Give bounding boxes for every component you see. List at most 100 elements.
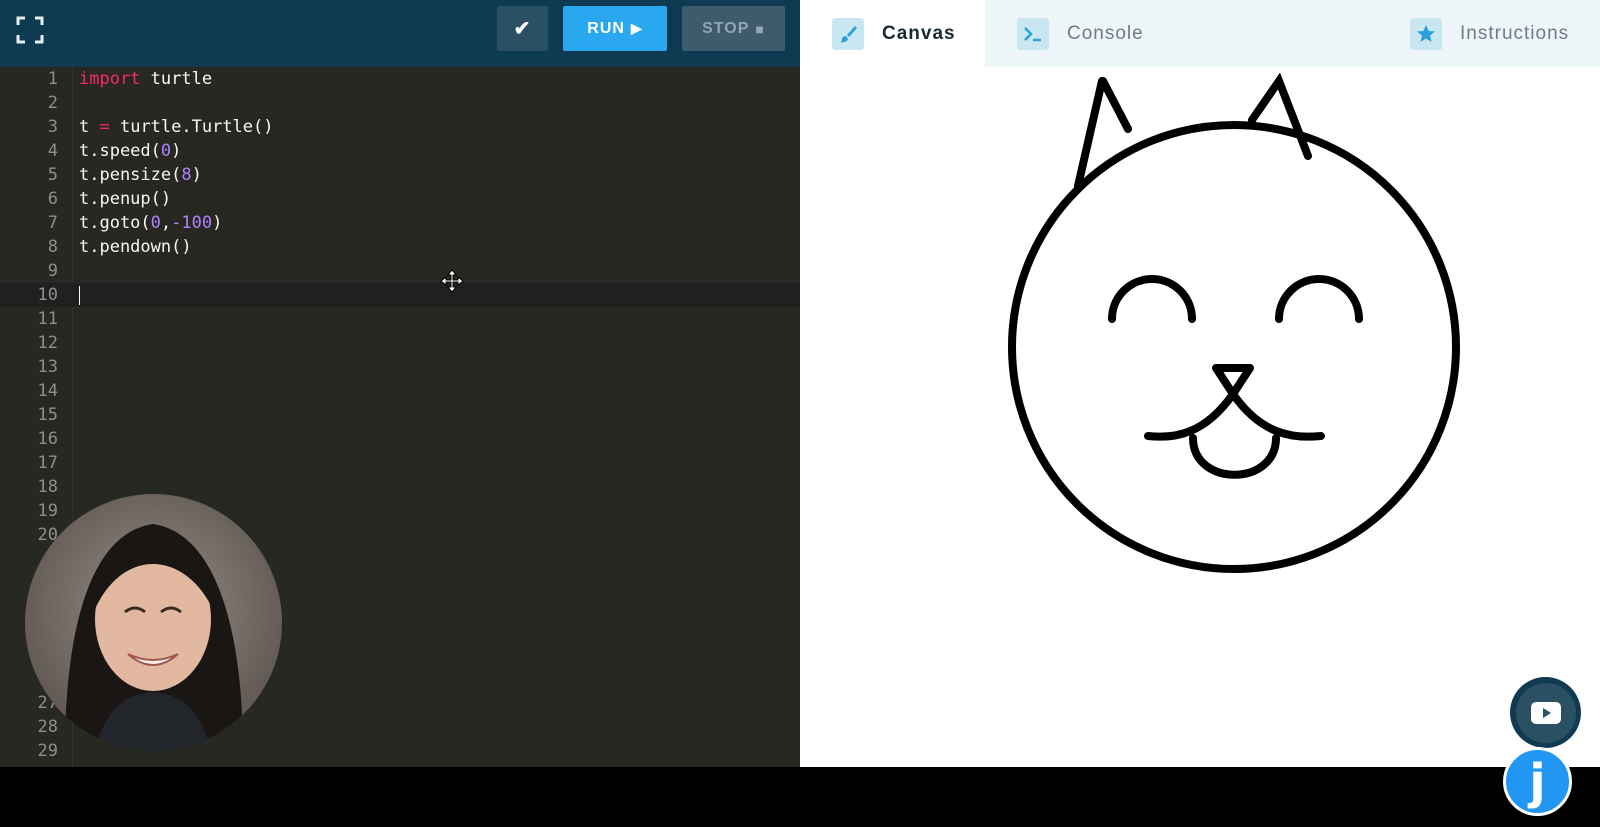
fullscreen-button[interactable] [14,14,46,46]
code-editor-pane: ✔ RUN ▶ STOP ■ 1 import turtle 2 3 t = turtl… [0,0,800,767]
line-number: 17 [37,453,58,473]
code-line[interactable]: 6 t.penup() [0,187,800,211]
line-number: 8 [47,237,58,257]
code-line[interactable]: 3 t = turtle.Turtle() [0,115,800,139]
line-number: 7 [47,213,58,233]
code-line[interactable]: 13 [0,355,800,379]
tab-canvas[interactable]: Canvas [800,0,985,67]
code-line[interactable]: 7 t.goto(0,-100) [0,211,800,235]
code-line[interactable]: 9 [0,259,800,283]
code-token: t [79,117,100,137]
youtube-play-icon [1530,701,1561,724]
code-line[interactable]: 14 [0,379,800,403]
code-text: t.pensize(8) [79,163,202,187]
code-text: t.speed(0) [79,139,181,163]
line-number: 28 [37,717,58,737]
star-icon [1410,17,1442,50]
code-line[interactable]: 4 t.speed(0) [0,139,800,163]
cat-ear-right [1248,72,1312,160]
code-line[interactable]: 8 t.pendown() [0,235,800,259]
stop-button[interactable]: STOP ■ [682,6,785,51]
cat-mouth [1144,387,1325,441]
code-token: turtle [140,69,213,89]
line-number: 4 [47,141,58,161]
line-number: 13 [37,357,58,377]
code-line[interactable]: 15 [0,403,800,427]
line-number: 20 [37,525,58,545]
code-line[interactable]: 11 [0,307,800,331]
code-token: t.pendown() [79,237,192,257]
code-line[interactable]: 1 import turtle [0,67,800,91]
code-line[interactable]: 12 [0,331,800,355]
cat-drawing [1008,72,1460,573]
line-number: 10 [37,285,58,305]
code-text: t.penup() [79,187,171,211]
line-number: 5 [47,165,58,185]
line-number: 19 [37,501,58,521]
text-cursor [79,286,80,305]
code-token: ) [191,165,202,185]
check-button[interactable]: ✔ [497,6,548,51]
code-token: 0 [160,141,172,161]
run-button[interactable]: RUN ▶ [563,6,667,51]
code-line[interactable]: 10 [0,283,800,307]
video-button[interactable] [1510,677,1581,748]
terminal-icon [1017,17,1049,50]
code-text: t.goto(0,-100) [79,211,222,235]
code-token: ) [171,141,182,161]
line-number: 29 [37,741,58,761]
cat-eye-left [1108,275,1196,323]
code-token: import [79,69,141,89]
line-number: 11 [37,309,58,329]
code-line[interactable]: 18 [0,475,800,499]
code-token: t.goto( [79,213,151,233]
code-line[interactable]: 2 [0,91,800,115]
play-icon: ▶ [630,20,643,36]
code-text: t.pendown() [79,235,192,259]
run-label: RUN [587,19,625,37]
line-number: 15 [37,405,58,425]
move-cursor-icon [440,269,464,293]
line-number: 16 [37,429,58,449]
output-tab-bar: Canvas Console Instructions [800,0,1600,67]
code-text: t = turtle.Turtle() [79,115,274,139]
cat-tongue [1189,434,1280,479]
line-number: 14 [37,381,58,401]
code-token: turtle.Turtle() [109,117,274,137]
line-number: 12 [37,333,58,353]
code-line[interactable]: 5 t.pensize(8) [0,163,800,187]
tab-canvas-label: Canvas [882,22,956,44]
checkmark-icon: ✔ [513,18,532,40]
code-token: = [99,117,110,137]
webcam-video-overlay [25,494,282,751]
cat-head [1008,121,1460,573]
code-token: t.pensize( [79,165,182,185]
juni-logo-button[interactable]: j [1503,747,1572,816]
code-line[interactable]: 17 [0,451,800,475]
line-number: 18 [37,477,58,497]
code-token: ) [212,213,223,233]
code-token: t.speed( [79,141,161,161]
line-number: 9 [47,261,58,281]
tab-console-label: Console [1067,22,1144,44]
fullscreen-icon [16,16,44,44]
editor-toolbar: ✔ RUN ▶ STOP ■ [0,0,800,67]
line-number: 3 [47,117,58,137]
code-token: 8 [181,165,192,185]
video-letterbox-bar [0,767,1600,827]
code-line[interactable]: 16 [0,427,800,451]
paintbrush-icon [832,17,864,50]
output-pane: Canvas Console Instructions [800,0,1600,767]
code-token: 0 [150,213,161,233]
tab-instructions[interactable]: Instructions [1410,0,1569,67]
code-token: -100 [171,213,213,233]
code-text: import turtle [79,67,212,91]
tab-instructions-label: Instructions [1460,22,1570,44]
line-number: 1 [47,69,58,89]
tab-console[interactable]: Console [1017,0,1144,67]
turtle-canvas [800,67,1600,767]
line-number: 2 [47,93,58,113]
code-token: t.penup() [79,189,172,209]
stop-square-icon: ■ [755,20,765,37]
code-token: , [160,213,172,233]
